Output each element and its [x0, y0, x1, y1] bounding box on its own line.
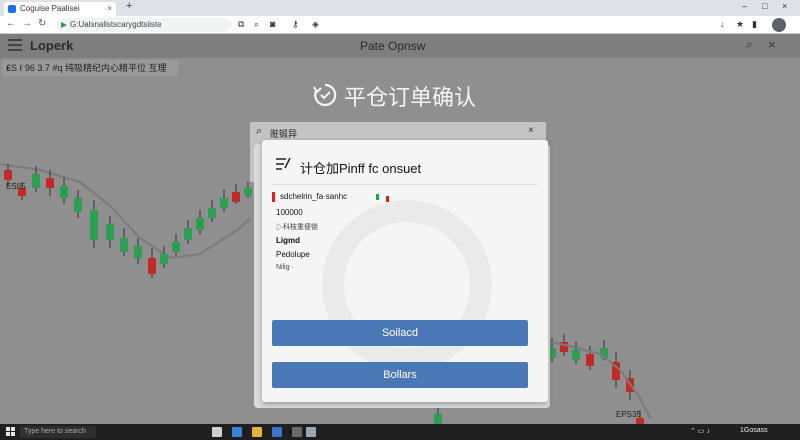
new-tab-button[interactable]: + — [126, 0, 132, 12]
taskbar-search[interactable]: Type here to search — [20, 426, 96, 438]
app-icon[interactable] — [306, 427, 316, 437]
tab-close-icon[interactable]: × — [107, 2, 112, 16]
translate-icon[interactable]: ⧉ — [238, 19, 244, 30]
chart-left-label: ESII5 — [6, 182, 26, 191]
bull-candle — [120, 238, 128, 252]
bookmark-icon[interactable]: ◈ — [312, 19, 319, 30]
bear-candle — [4, 170, 12, 180]
bull-candle — [572, 350, 580, 360]
app-header: Loperk Pate Opnsw ⌕ × — [0, 34, 800, 58]
bull-candle — [74, 198, 82, 212]
bear-candle — [586, 354, 594, 366]
favicon-icon — [8, 5, 16, 13]
bull-candle — [106, 224, 114, 240]
reload-icon[interactable]: ↻ — [38, 18, 46, 29]
mini-candle — [272, 192, 275, 202]
bull-candle — [220, 198, 228, 208]
info-line: sdchelrin_fa·sanhc — [280, 192, 348, 201]
secondary-button[interactable]: Bollars — [272, 362, 528, 388]
sync-icon — [313, 83, 337, 107]
back-panel-title: 赃锻异 — [270, 129, 298, 139]
sub-line: ▷科枝重便锁 — [276, 224, 318, 231]
back-arrow-icon[interactable]: ← — [6, 18, 16, 29]
bear-candle — [46, 178, 54, 188]
extension-icon[interactable]: ▮ — [752, 19, 757, 30]
download-icon[interactable]: ↓ — [720, 19, 725, 29]
forward-arrow-icon[interactable]: → — [22, 18, 32, 29]
window-close-button[interactable]: × — [782, 1, 787, 11]
brand-name: Loperk — [30, 38, 74, 53]
order-amount: 100000 — [276, 208, 303, 217]
bear-candle — [232, 192, 240, 202]
bull-candle — [208, 208, 216, 218]
file-explorer-icon[interactable] — [252, 427, 262, 437]
search-icon[interactable]: ⌕ — [256, 125, 262, 138]
search-icon[interactable]: ⌕ — [746, 37, 753, 52]
edge-icon[interactable] — [232, 427, 242, 437]
menu-icon[interactable] — [8, 39, 22, 51]
close-order-dialog: 计仓加Pinff fc onsuet sdchelrin_fa·sanhc 10… — [262, 140, 548, 402]
chart-right-label: EPS35 — [616, 410, 641, 419]
ticker-bar: ₤S ℓ 96 3.7 #q 纯吸精纪内心精平位 互理 — [2, 60, 178, 76]
bull-candle — [196, 218, 204, 230]
bull-candle — [32, 174, 40, 188]
maximize-button[interactable]: □ — [762, 1, 767, 11]
bull-candle — [244, 188, 252, 196]
field-label-2: Pedolupe — [276, 250, 310, 259]
clock: 1Gosass — [740, 427, 768, 434]
minimize-button[interactable]: – — [742, 1, 747, 11]
url-text: G:Ualsnalistscarygdtsiiste — [70, 20, 162, 29]
field-label-3: Nilig · — [276, 264, 294, 271]
dialog-title: 计仓加Pinff fc onsuet — [300, 161, 422, 176]
mini-candle — [376, 194, 379, 200]
page-title: Pate Opnsw — [360, 39, 426, 53]
camera-icon[interactable]: ◙ — [270, 19, 275, 29]
bull-candle — [172, 242, 180, 252]
tab-title: Coguise Paalisei — [20, 4, 80, 13]
mini-candle — [386, 196, 389, 202]
star-icon[interactable]: ★ — [736, 19, 744, 30]
bull-candle — [134, 246, 142, 258]
close-icon[interactable]: × — [768, 37, 776, 52]
browser-tab[interactable]: Coguise Paalisei × — [4, 2, 116, 16]
browser-toolbar: ← → ↻ G:Ualsnalistscarygdtsiiste ⧉ ⌕ ◙ ⚷… — [0, 16, 800, 34]
close-icon[interactable]: × — [528, 125, 534, 136]
taskbar: Type here to search ⌃ ▭ ♪ 1Gosass — [0, 424, 800, 440]
bull-candle — [434, 414, 442, 424]
bull-candle — [90, 210, 98, 240]
bull-candle — [160, 254, 168, 264]
confirm-button[interactable]: Soilacd — [272, 320, 528, 346]
bear-candle — [148, 258, 156, 274]
profile-avatar[interactable] — [772, 18, 786, 32]
overlay-title: 平仓订单确认 — [344, 85, 477, 110]
bull-candle — [184, 228, 192, 240]
divider — [272, 184, 538, 185]
store-icon[interactable] — [272, 427, 282, 437]
field-label-1: Ligmd — [276, 236, 300, 245]
task-view-icon[interactable] — [212, 427, 222, 437]
windows-start-icon[interactable] — [6, 427, 16, 437]
music-icon[interactable] — [292, 427, 302, 437]
zoom-icon[interactable]: ⌕ — [254, 19, 259, 30]
trading-page: Loperk Pate Opnsw ⌕ × ₤S ℓ 96 3.7 #q 纯吸精… — [0, 34, 800, 424]
edit-icon — [276, 157, 291, 170]
key-icon[interactable]: ⚷ — [292, 19, 299, 30]
system-tray[interactable]: ⌃ ▭ ♪ — [690, 427, 710, 435]
bull-candle — [60, 186, 68, 198]
address-bar[interactable]: G:Ualsnalistscarygdtsiiste — [56, 18, 232, 32]
play-icon — [61, 22, 67, 28]
browser-tab-strip: Coguise Paalisei × + – □ × — [0, 0, 800, 16]
